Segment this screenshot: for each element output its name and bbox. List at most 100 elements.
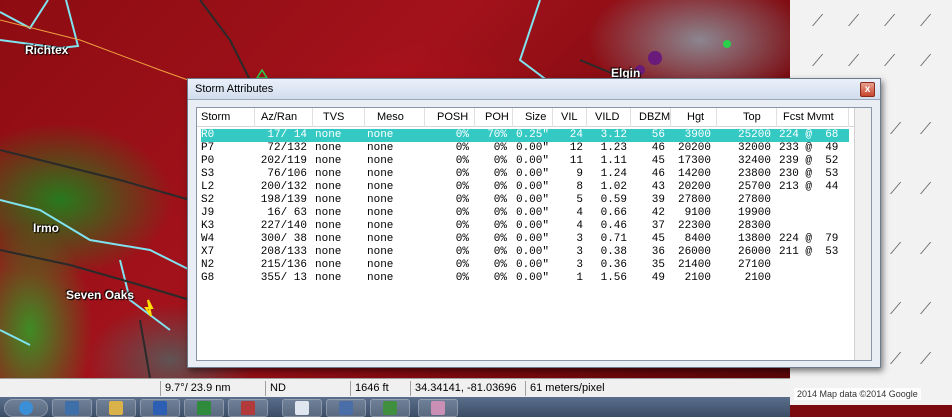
excel-icon[interactable] [184, 399, 224, 417]
table-row[interactable]: G8 355/ 13 none none 0% 0% 0.00" 1 1.56 49 2100 210… [201, 272, 849, 285]
table-cell: 233 @ 49 [779, 142, 839, 154]
table-cell: 39 [651, 194, 665, 206]
table-cell: 0% [493, 194, 507, 206]
column-header-top[interactable]: Top [717, 108, 777, 127]
storm-table[interactable]: Storm Az/Ran TVS Meso POSH POH Size VIL VILD DBZM… [196, 107, 872, 361]
column-header-poh[interactable]: POH [475, 108, 513, 127]
status-azran: 9.7°/ 23.9 nm [160, 381, 265, 396]
table-cell: 0.00" [515, 220, 549, 232]
table-row[interactable]: S3 76/106 none none 0% 0% 0.00" 9 1.24 46 14200 238… [201, 168, 849, 181]
table-cell: 0% [455, 246, 469, 258]
table-cell: L2 [201, 181, 215, 193]
start-orb-icon[interactable] [4, 399, 48, 417]
table-cell: 9 [576, 168, 583, 180]
table-cell: 208/133 [260, 246, 307, 258]
storm-attributes-window[interactable]: Storm Attributes x Storm Az/Ran TVS Meso POS… [187, 78, 881, 368]
table-cell: none [315, 142, 342, 154]
table-cell: 45 [651, 155, 665, 167]
table-row[interactable]: J9 16/ 63 none none 0% 0% 0.00" 4 0.66 42 9100 1990… [201, 207, 849, 220]
table-cell: none [367, 155, 394, 167]
wind-barb-icon: ⟋ [812, 53, 824, 70]
table-cell: 42 [651, 207, 665, 219]
table-cell: 70% [487, 129, 507, 141]
table-row[interactable]: P0 202/119 none none 0% 0% 0.00" 11 1.11 45 17300 3… [201, 155, 849, 168]
table-row[interactable]: K3 227/140 none none 0% 0% 0.00" 4 0.46 37 22300 28… [201, 220, 849, 233]
app-icon[interactable] [52, 399, 92, 417]
column-header-tvs[interactable]: TVS [313, 108, 365, 127]
table-cell: 8400 [684, 233, 711, 245]
wind-barb-icon: ⟋ [812, 13, 824, 30]
map-attribution: 2014 Map data ©2014 Google [794, 388, 921, 400]
table-cell: 3 [576, 246, 583, 258]
table-row[interactable]: L2 200/132 none none 0% 0% 0.00" 8 1.02 43 20200 25… [201, 181, 849, 194]
column-header-az-ran[interactable]: Az/Ran [255, 108, 313, 127]
table-row[interactable]: N2 215/136 none none 0% 0% 0.00" 3 0.36 35 21400 27… [201, 259, 849, 272]
wind-barb-icon: ⟋ [884, 13, 896, 30]
column-header-posh[interactable]: POSH [425, 108, 475, 127]
table-cell: 0% [493, 181, 507, 193]
table-cell: none [315, 168, 342, 180]
media-icon[interactable] [228, 399, 268, 417]
table-cell: none [315, 259, 342, 271]
city-label-seven-oaks: Seven Oaks [66, 288, 135, 302]
table-cell: 3900 [684, 129, 711, 141]
table-cell: none [367, 129, 394, 141]
table-cell: 0% [455, 181, 469, 193]
table-row[interactable]: R0 17/ 14 none none 0% 70% 0.25" 24 3.12 56 3900 25… [201, 129, 849, 142]
table-cell: 0% [493, 272, 507, 284]
table-cell: 13800 [737, 233, 771, 245]
table-cell: S3 [201, 168, 215, 180]
window-titlebar[interactable]: Storm Attributes x [188, 79, 880, 100]
column-header-vild[interactable]: VILD [587, 108, 631, 127]
column-header-dbzm[interactable]: DBZM [631, 108, 671, 127]
dreamweaver-icon[interactable] [370, 399, 410, 417]
table-cell: 0.46 [600, 220, 627, 232]
table-cell: 0.00" [515, 142, 549, 154]
table-cell: none [315, 181, 342, 193]
table-cell: 37 [651, 220, 665, 232]
table-cell: P0 [201, 155, 215, 167]
word-icon[interactable] [140, 399, 180, 417]
close-button[interactable]: x [860, 82, 875, 97]
table-cell: 5 [576, 194, 583, 206]
table-cell: 2100 [744, 272, 771, 284]
table-cell: X7 [201, 246, 215, 258]
file-explorer-icon[interactable] [96, 399, 136, 417]
column-header-meso[interactable]: Meso [365, 108, 425, 127]
column-header-vil[interactable]: VIL [553, 108, 587, 127]
table-cell: 46 [651, 142, 665, 154]
notepad-icon[interactable] [282, 399, 322, 417]
table-cell: 21400 [677, 259, 711, 271]
table-row[interactable]: X7 208/133 none none 0% 0% 0.00" 3 0.38 36 26000 26… [201, 246, 849, 259]
table-cell: none [367, 233, 394, 245]
table-cell: 3 [576, 233, 583, 245]
table-cell: 0% [493, 155, 507, 167]
column-header-storm[interactable]: Storm [201, 108, 255, 127]
column-header-hgt[interactable]: Hgt [671, 108, 717, 127]
table-cell: 0% [455, 194, 469, 206]
table-row[interactable]: S2 198/139 none none 0% 0% 0.00" 5 0.59 39 27800 27… [201, 194, 849, 207]
wind-barb-icon: ⟋ [890, 181, 902, 198]
table-cell: none [367, 259, 394, 271]
table-cell: 0% [493, 220, 507, 232]
column-header-fcst-mvmt[interactable]: Fcst Mvmt [777, 108, 849, 127]
table-cell: 32000 [737, 142, 771, 154]
disk-icon[interactable] [326, 399, 366, 417]
table-cell: 224 @ 68 [779, 129, 839, 141]
wind-barb-icon: ⟋ [920, 351, 932, 368]
image-viewer-icon[interactable] [418, 399, 458, 417]
table-cell: 28300 [737, 220, 771, 232]
table-row[interactable]: P7 72/132 none none 0% 0% 0.00" 12 1.23 46 20200 32… [201, 142, 849, 155]
table-cell: 0.25" [515, 129, 549, 141]
wind-barb-icon: ⟋ [848, 13, 860, 30]
table-cell: 1.23 [600, 142, 627, 154]
vertical-scrollbar[interactable] [854, 108, 871, 360]
table-cell: 16/ 63 [267, 207, 307, 219]
table-cell: 76/106 [267, 168, 307, 180]
column-header-size[interactable]: Size [513, 108, 553, 127]
table-cell: 20200 [677, 181, 711, 193]
table-cell: G8 [201, 272, 215, 284]
table-row[interactable]: W4 300/ 38 none none 0% 0% 0.00" 3 0.71 45 8400 138… [201, 233, 849, 246]
table-cell: 22300 [677, 220, 711, 232]
table-cell: 19900 [737, 207, 771, 219]
